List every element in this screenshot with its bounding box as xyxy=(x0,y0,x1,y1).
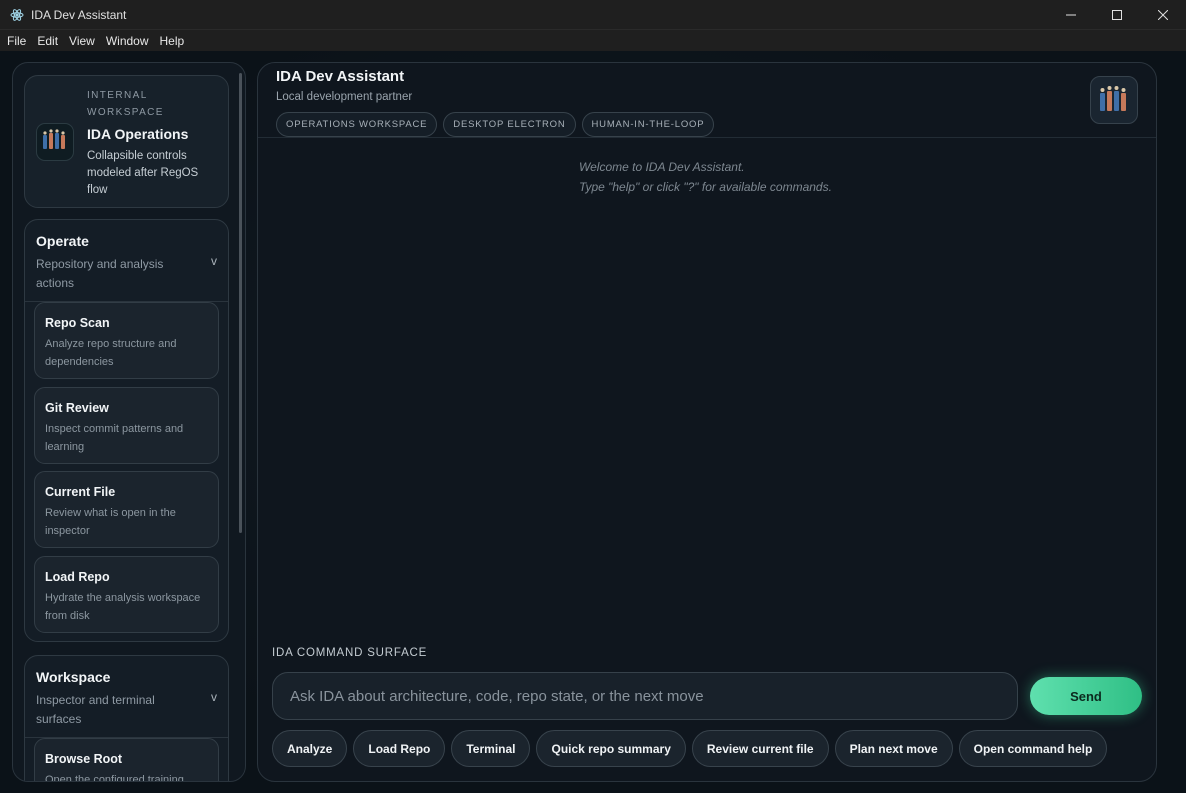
page-title: IDA Dev Assistant xyxy=(276,68,405,85)
maximize-button[interactable] xyxy=(1094,0,1140,30)
minimize-icon xyxy=(1066,14,1076,16)
action-description: Inspect commit patterns and learning xyxy=(45,423,184,453)
action-title: Load Repo xyxy=(45,570,110,584)
welcome-message: Welcome to IDA Dev Assistant. Type "help… xyxy=(579,157,832,197)
section-operate: Operate Repository and analysis actions … xyxy=(24,219,229,642)
sidebar-scrollbar[interactable] xyxy=(239,73,242,533)
assistant-avatar xyxy=(1090,76,1138,124)
welcome-line: Welcome to IDA Dev Assistant. xyxy=(579,160,745,174)
brand-title: IDA Operations xyxy=(87,126,189,142)
close-icon xyxy=(1158,10,1168,20)
brand-subtitle: Collapsible controls modeled after RegOS… xyxy=(87,150,199,196)
app-body: INTERNAL WORKSPACE IDA Operations Collap… xyxy=(0,51,1186,793)
close-window-button[interactable] xyxy=(1140,0,1186,30)
action-description: Analyze repo structure and dependencies xyxy=(45,338,177,368)
action-description: Hydrate the analysis workspace from disk xyxy=(45,592,201,622)
brand-card: INTERNAL WORKSPACE IDA Operations Collap… xyxy=(24,75,229,208)
action-load-repo[interactable]: Load Repo Hydrate the analysis workspace… xyxy=(34,556,219,633)
section-title: Workspace xyxy=(36,669,111,685)
menu-help[interactable]: Help xyxy=(160,34,185,48)
sidebar: INTERNAL WORKSPACE IDA Operations Collap… xyxy=(12,62,246,782)
section-subtitle: Inspector and terminal surfaces xyxy=(36,693,155,726)
page-subtitle: Local development partner xyxy=(276,91,413,103)
action-browse-root[interactable]: Browse Root Open the configured training xyxy=(34,738,219,782)
ida-team-icon xyxy=(1100,86,1126,111)
action-title: Git Review xyxy=(45,401,109,415)
send-button[interactable]: Send xyxy=(1030,677,1142,715)
quick-load-repo-button[interactable]: Load Repo xyxy=(353,730,446,767)
chip-human-in-the-loop: HUMAN-IN-THE-LOOP xyxy=(581,112,715,137)
chip-operations-workspace: OPERATIONS WORKSPACE xyxy=(276,112,438,137)
electron-app-icon xyxy=(10,8,24,21)
action-description: Review what is open in the inspector xyxy=(45,507,176,537)
chip-desktop-electron: DESKTOP ELECTRON xyxy=(443,112,576,137)
command-input[interactable] xyxy=(272,672,1018,720)
menu-view[interactable]: View xyxy=(69,34,95,48)
action-git-review[interactable]: Git Review Inspect commit patterns and l… xyxy=(34,387,219,464)
quick-repo-summary-button[interactable]: Quick repo summary xyxy=(536,730,686,767)
action-title: Repo Scan xyxy=(45,316,110,330)
minimize-button[interactable] xyxy=(1048,0,1094,30)
brand-eyebrow: INTERNAL WORKSPACE xyxy=(87,90,164,118)
quick-analyze-button[interactable]: Analyze xyxy=(272,730,348,767)
chip-row: OPERATIONS WORKSPACE DESKTOP ELECTRON HU… xyxy=(276,112,715,137)
action-description: Open the configured training xyxy=(45,774,184,782)
action-repo-scan[interactable]: Repo Scan Analyze repo structure and dep… xyxy=(34,302,219,379)
menu-file[interactable]: File xyxy=(7,34,26,48)
quick-command-help-button[interactable]: Open command help xyxy=(958,730,1108,767)
menu-edit[interactable]: Edit xyxy=(37,34,58,48)
quick-action-row: Analyze Load Repo Terminal Quick repo su… xyxy=(272,730,1108,767)
action-title: Current File xyxy=(45,485,116,499)
menu-bar: File Edit View Window Help xyxy=(0,30,1186,51)
window-title: IDA Dev Assistant xyxy=(31,7,127,22)
section-subtitle: Repository and analysis actions xyxy=(36,257,164,290)
action-current-file[interactable]: Current File Review what is open in the … xyxy=(34,471,219,548)
action-title: Browse Root xyxy=(45,752,123,766)
menu-window[interactable]: Window xyxy=(106,34,149,48)
welcome-hint: Type "help" or click "?" for available c… xyxy=(579,180,832,194)
main-header: IDA Dev Assistant Local development part… xyxy=(258,63,1156,138)
section-workspace-header[interactable]: Workspace Inspector and terminal surface… xyxy=(25,656,228,738)
chevron-down-icon[interactable]: v xyxy=(211,254,217,268)
quick-terminal-button[interactable]: Terminal xyxy=(451,730,531,767)
window-titlebar: IDA Dev Assistant xyxy=(0,0,1186,30)
section-operate-header[interactable]: Operate Repository and analysis actions … xyxy=(25,220,228,302)
main-panel: IDA Dev Assistant Local development part… xyxy=(257,62,1157,782)
quick-review-file-button[interactable]: Review current file xyxy=(691,730,829,767)
command-surface-label: IDA COMMAND SURFACE xyxy=(272,647,428,659)
ida-logo-icon xyxy=(36,123,74,161)
section-title: Operate xyxy=(36,233,89,249)
section-workspace: Workspace Inspector and terminal surface… xyxy=(24,655,229,782)
chevron-down-icon[interactable]: v xyxy=(211,690,217,704)
maximize-icon xyxy=(1112,10,1122,20)
window-controls xyxy=(1048,0,1186,30)
quick-plan-next-button[interactable]: Plan next move xyxy=(834,730,953,767)
